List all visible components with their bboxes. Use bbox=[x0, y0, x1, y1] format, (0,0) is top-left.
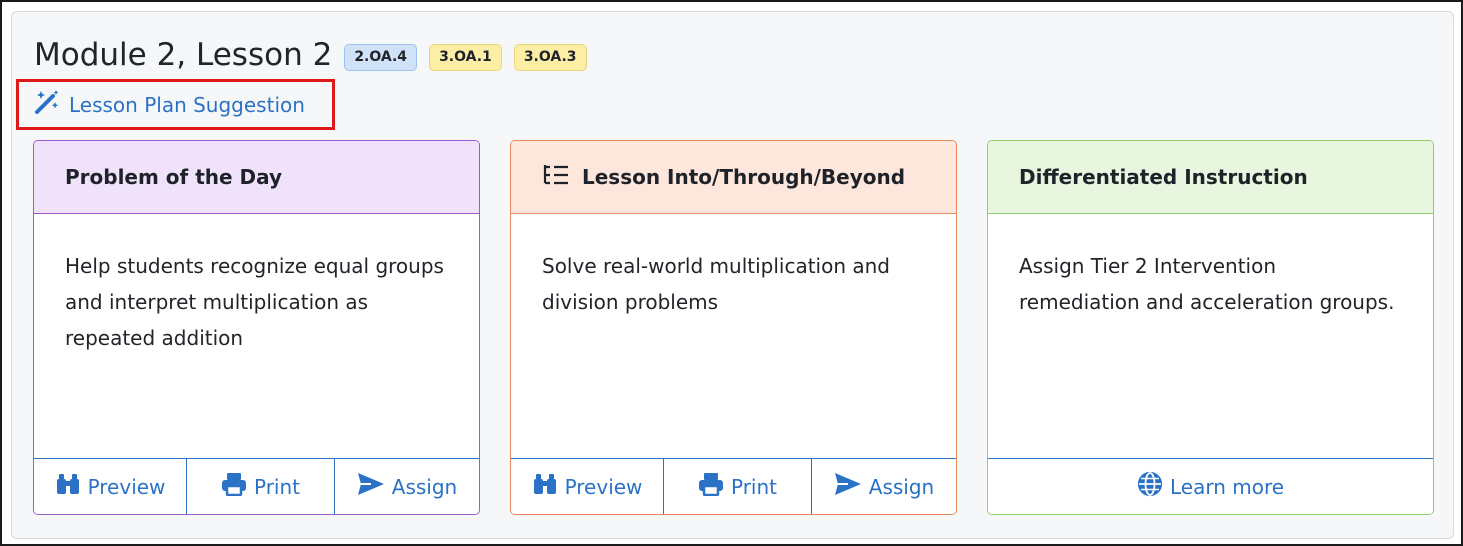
card-differentiated-instruction: Differentiated Instruction Assign Tier 2… bbox=[987, 140, 1434, 515]
learn-more-label: Learn more bbox=[1169, 474, 1285, 499]
card-problem-of-the-day: Problem of the Day Help students recogni… bbox=[33, 140, 480, 515]
card-actions: Learn more bbox=[988, 458, 1433, 514]
binoculars-icon bbox=[55, 473, 88, 500]
send-icon bbox=[834, 472, 869, 501]
card-description: Solve real-world multiplication and divi… bbox=[542, 254, 890, 314]
print-label: Print bbox=[730, 474, 777, 499]
preview-label: Preview bbox=[564, 474, 643, 499]
card-header: Problem of the Day bbox=[34, 141, 479, 214]
list-tree-icon bbox=[542, 163, 582, 192]
learn-more-button[interactable]: Learn more bbox=[988, 459, 1433, 514]
assign-label: Assign bbox=[391, 474, 458, 499]
magic-wand-icon bbox=[33, 88, 69, 121]
print-button[interactable]: Print bbox=[186, 459, 334, 514]
preview-label: Preview bbox=[87, 474, 166, 499]
card-lesson-into-through-beyond: Lesson Into/Through/Beyond Solve real-wo… bbox=[510, 140, 957, 515]
lesson-title: Module 2, Lesson 2 bbox=[34, 37, 333, 73]
card-header: Lesson Into/Through/Beyond bbox=[511, 141, 956, 214]
print-button[interactable]: Print bbox=[663, 459, 811, 514]
card-description: Help students recognize equal groups and… bbox=[65, 254, 444, 350]
standard-badge: 2.OA.4 bbox=[344, 44, 418, 71]
globe-icon bbox=[1137, 471, 1170, 502]
printer-icon bbox=[221, 472, 254, 501]
screenshot-frame: Module 2, Lesson 2 2.OA.4 3.OA.1 3.OA.3 … bbox=[0, 0, 1463, 546]
lesson-header: Module 2, Lesson 2 2.OA.4 3.OA.1 3.OA.3 bbox=[34, 40, 587, 71]
card-title: Problem of the Day bbox=[65, 165, 283, 189]
assign-label: Assign bbox=[868, 474, 935, 499]
assign-button[interactable]: Assign bbox=[811, 459, 956, 514]
printer-icon bbox=[698, 472, 731, 501]
lesson-panel: Module 2, Lesson 2 2.OA.4 3.OA.1 3.OA.3 … bbox=[11, 11, 1454, 539]
card-description: Assign Tier 2 Intervention remediation a… bbox=[1019, 254, 1395, 314]
card-actions: Preview Print Assign bbox=[34, 458, 479, 514]
suggestion-label: Lesson Plan Suggestion bbox=[69, 92, 305, 117]
binoculars-icon bbox=[532, 473, 565, 500]
card-header: Differentiated Instruction bbox=[988, 141, 1433, 214]
lesson-plan-suggestion-link[interactable]: Lesson Plan Suggestion bbox=[16, 79, 335, 130]
card-actions: Preview Print Assign bbox=[511, 458, 956, 514]
preview-button[interactable]: Preview bbox=[511, 459, 663, 514]
send-icon bbox=[357, 472, 392, 501]
card-title: Lesson Into/Through/Beyond bbox=[582, 165, 906, 189]
assign-button[interactable]: Assign bbox=[334, 459, 479, 514]
card-title: Differentiated Instruction bbox=[1019, 165, 1308, 189]
preview-button[interactable]: Preview bbox=[34, 459, 186, 514]
standard-badge: 3.OA.1 bbox=[429, 44, 502, 71]
print-label: Print bbox=[253, 474, 300, 499]
standard-badge: 3.OA.3 bbox=[513, 44, 587, 71]
